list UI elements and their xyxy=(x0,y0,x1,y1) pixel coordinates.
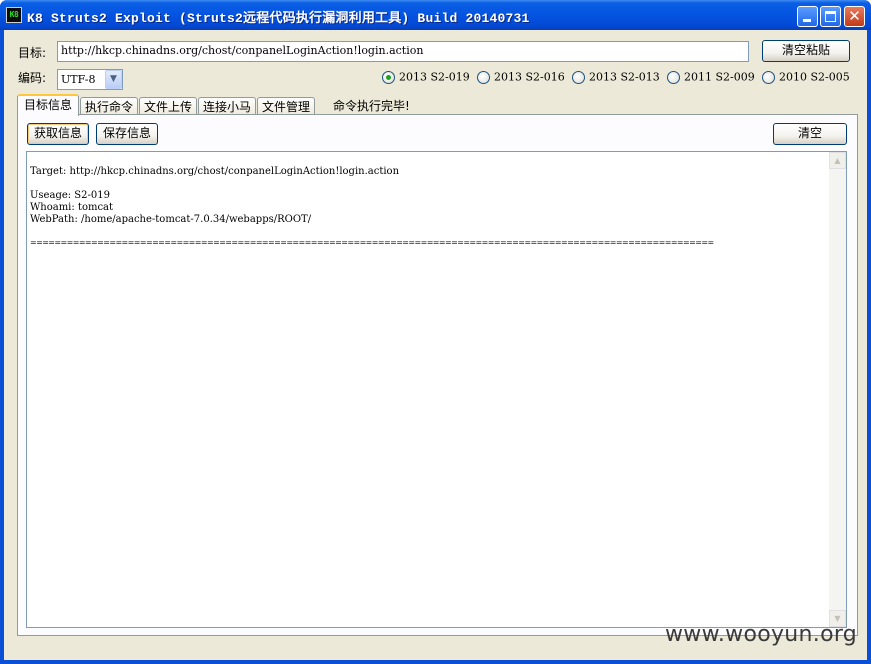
close-button[interactable]: ✕ xyxy=(844,6,865,27)
output-textarea[interactable]: Target: http://hkcp.chinadns.org/chost/c… xyxy=(26,151,847,628)
clear-output-button[interactable]: 清空 xyxy=(773,123,847,145)
app-icon: K8 xyxy=(6,7,22,23)
output-line-webpath: WebPath: /home/apache-tomcat-7.0.34/weba… xyxy=(30,214,312,225)
encoding-select[interactable]: UTF-8 ▼ xyxy=(57,69,123,90)
watermark: www.wooyun.org xyxy=(665,622,858,647)
close-icon: ✕ xyxy=(848,7,861,25)
minimize-icon xyxy=(803,19,811,22)
status-text: 命令执行完毕! xyxy=(333,99,410,113)
output-line-target: Target: http://hkcp.chinadns.org/chost/c… xyxy=(30,166,400,177)
radio-unchecked-icon xyxy=(572,70,585,84)
radio-label: 2013 S2-019 xyxy=(399,70,470,84)
app-window: K8 K8 Struts2 Exploit (Struts2远程代码执行漏洞利用… xyxy=(0,0,871,664)
clear-paste-button[interactable]: 清空粘贴 xyxy=(762,40,850,62)
radio-label: 2011 S2-009 xyxy=(684,70,755,84)
radio-unchecked-icon xyxy=(762,70,775,84)
radio-checked-icon xyxy=(382,70,395,84)
target-url-input[interactable]: http://hkcp.chinadns.org/chost/conpanelL… xyxy=(57,41,749,62)
scroll-up-icon[interactable]: ▲ xyxy=(829,152,846,169)
client-area: 目标: http://hkcp.chinadns.org/chost/conpa… xyxy=(4,30,867,660)
radio-label: 2013 S2-016 xyxy=(494,70,565,84)
encoding-label: 编码: xyxy=(18,71,47,85)
chevron-down-icon[interactable]: ▼ xyxy=(105,70,122,89)
target-info-panel: 获取信息 保存信息 清空 Target: http://hkcp.chinadn… xyxy=(17,114,858,636)
get-info-button[interactable]: 获取信息 xyxy=(27,123,89,145)
minimize-button[interactable] xyxy=(797,6,818,27)
maximize-button[interactable] xyxy=(820,6,841,27)
radio-s2-005[interactable]: 2010 S2-005 xyxy=(762,70,850,86)
radio-unchecked-icon xyxy=(667,70,680,84)
tab-target-info[interactable]: 目标信息 xyxy=(17,94,79,116)
radio-unchecked-icon xyxy=(477,70,490,84)
title-bar[interactable]: K8 K8 Struts2 Exploit (Struts2远程代码执行漏洞利用… xyxy=(0,0,871,30)
radio-s2-013[interactable]: 2013 S2-013 xyxy=(572,70,660,86)
output-line-separator: ========================================… xyxy=(30,238,714,247)
radio-s2-019[interactable]: 2013 S2-019 xyxy=(382,70,470,86)
radio-s2-016[interactable]: 2013 S2-016 xyxy=(477,70,565,86)
output-line-useage: Useage: S2-019 xyxy=(30,190,110,201)
target-label: 目标: xyxy=(18,46,47,60)
window-title: K8 Struts2 Exploit (Struts2远程代码执行漏洞利用工具)… xyxy=(27,11,530,26)
encoding-value: UTF-8 xyxy=(61,73,96,86)
save-info-button[interactable]: 保存信息 xyxy=(96,123,158,145)
maximize-icon xyxy=(825,11,836,22)
vertical-scrollbar[interactable]: ▲ ▼ xyxy=(829,152,846,627)
radio-label: 2013 S2-013 xyxy=(589,70,660,84)
radio-s2-009[interactable]: 2011 S2-009 xyxy=(667,70,755,86)
output-line-whoami: Whoami: tomcat xyxy=(30,202,114,213)
radio-label: 2010 S2-005 xyxy=(779,70,850,84)
